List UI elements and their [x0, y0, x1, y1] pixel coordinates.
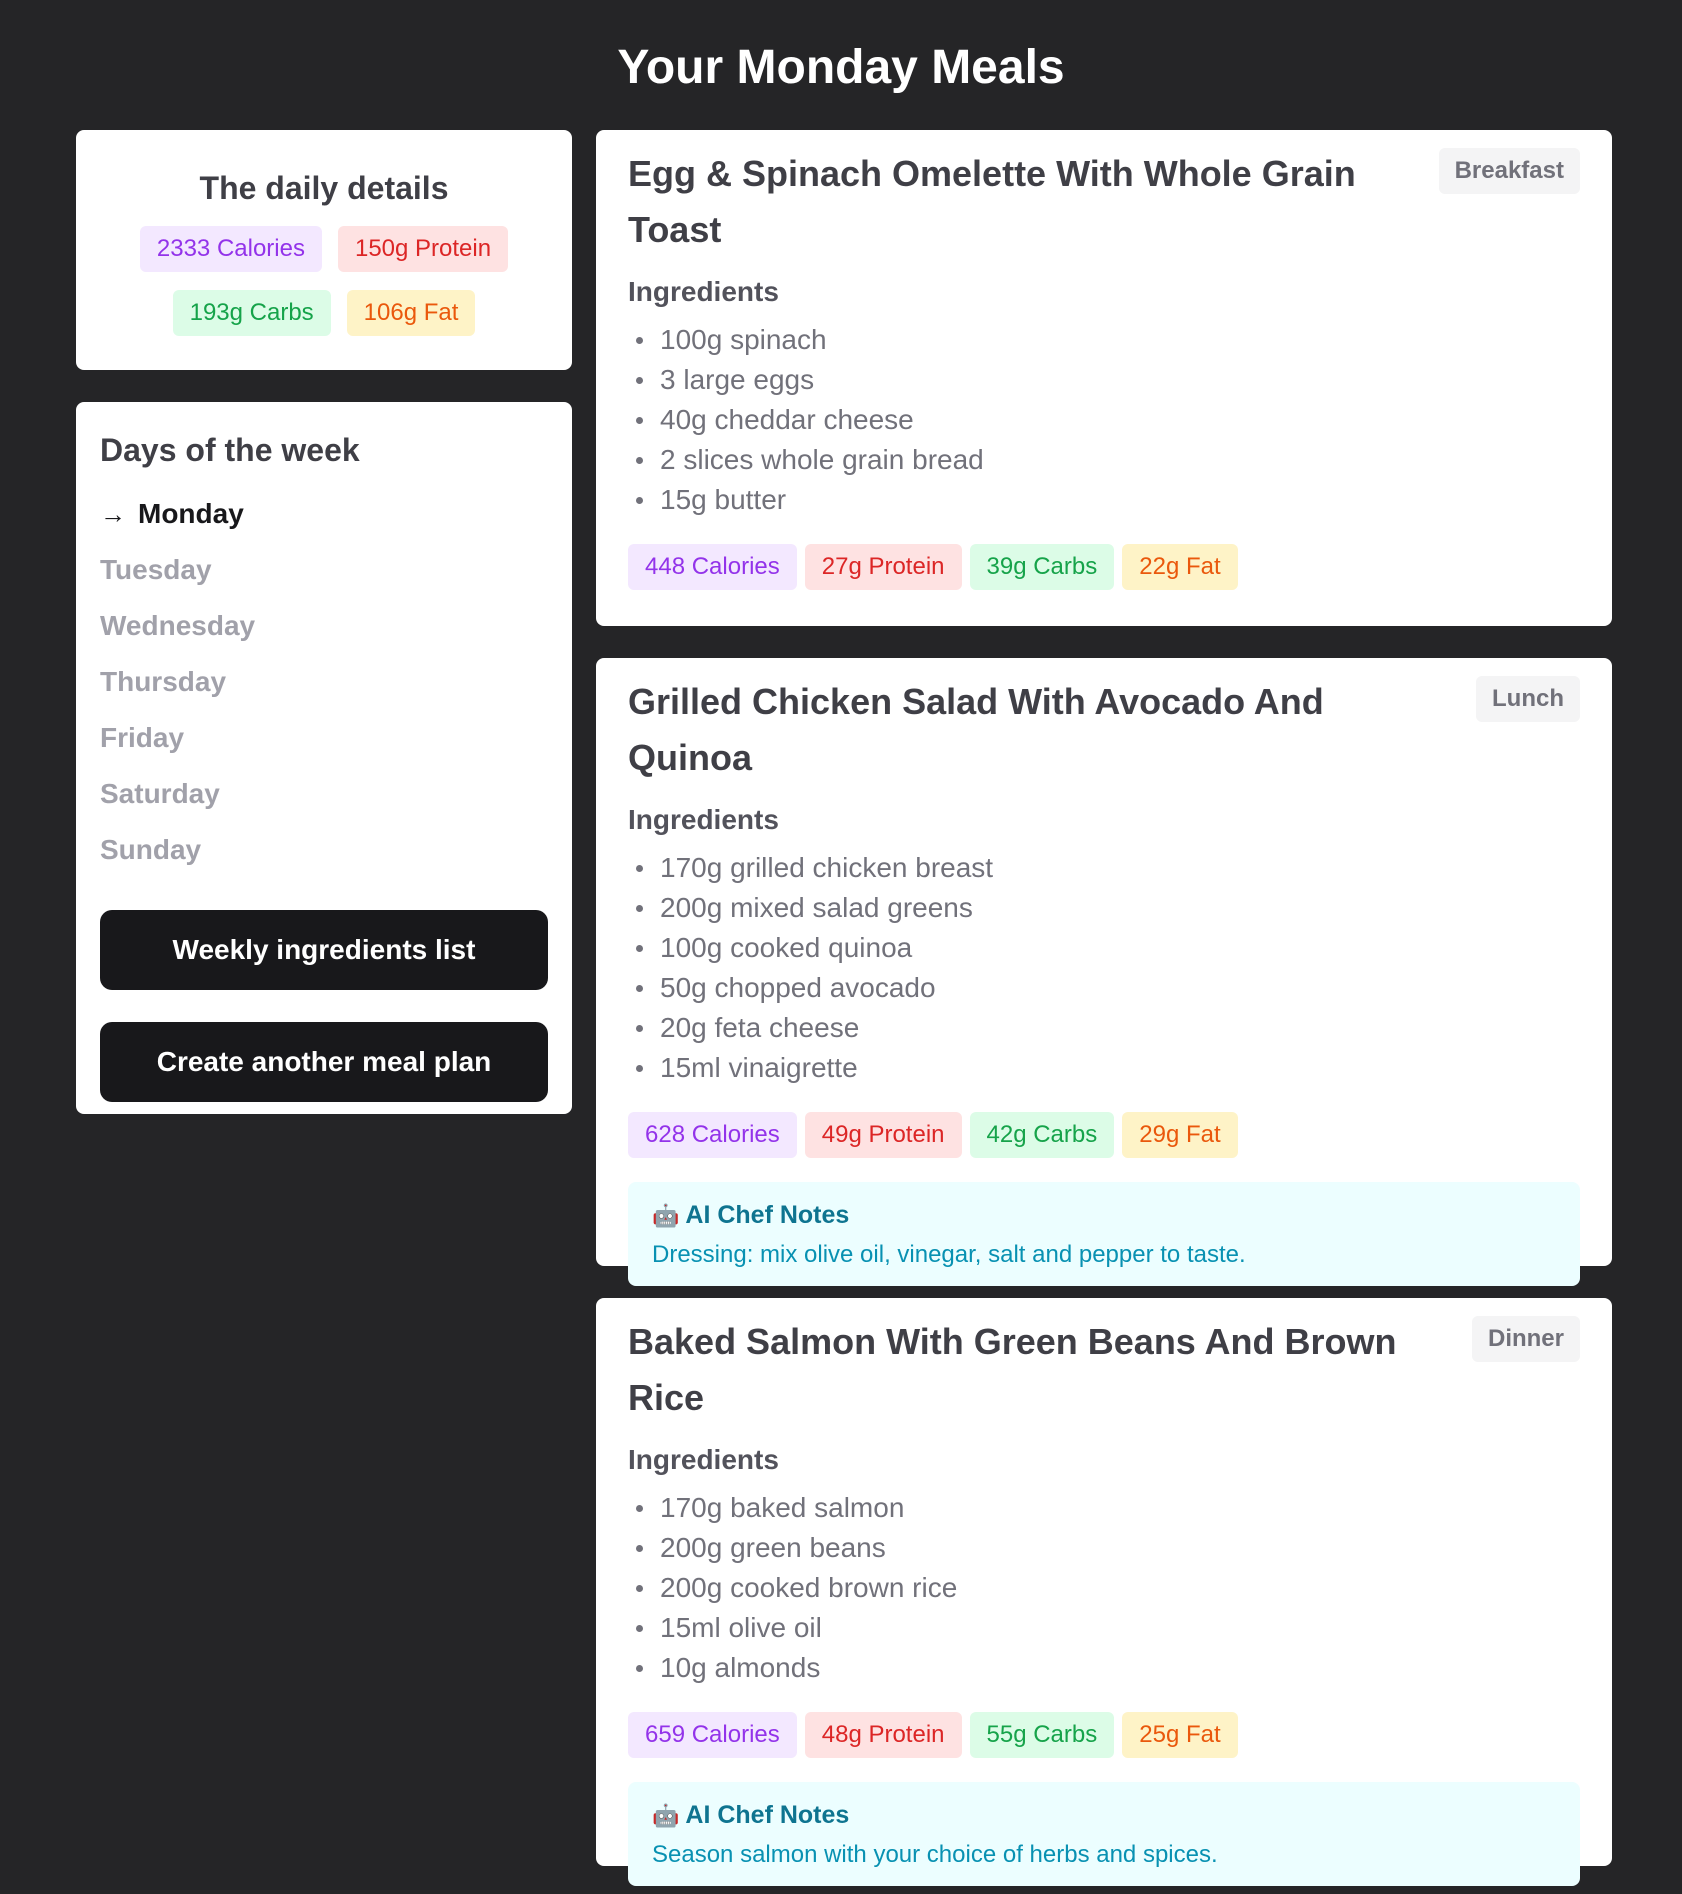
ingredients-heading: Ingredients — [628, 804, 779, 835]
ingredient-item: 15g butter — [628, 480, 1580, 520]
daily-calories-badge: 2333 Calories — [139, 226, 322, 272]
ai-chef-notes: 🤖 AI Chef Notes Season salmon with your c… — [628, 1782, 1580, 1886]
fat-badge: 22g Fat — [1122, 544, 1238, 590]
daily-details-title: The daily details — [199, 170, 449, 206]
carbs-badge: 42g Carbs — [969, 1112, 1115, 1158]
notes-heading-label: AI Chef Notes — [685, 1801, 850, 1829]
calories-badge: 659 Calories — [628, 1712, 797, 1758]
ingredient-item: 20g feta cheese — [628, 1008, 1580, 1048]
notes-text: Season salmon with your choice of herbs … — [652, 1841, 1218, 1868]
robot-chef-icon: 🤖 — [652, 1203, 680, 1228]
day-list: → Monday Tuesday Wednesday Thursday Frid… — [100, 486, 548, 878]
meal-card-breakfast: Egg & Spinach Omelette With Whole Grain … — [596, 130, 1612, 626]
meal-macros-row: 628 Calories 49g Protein 42g Carbs 29g F… — [628, 1112, 1580, 1158]
day-label: Monday — [138, 498, 244, 529]
daily-details-card: The daily details 2333 Calories 150g Pro… — [76, 130, 572, 370]
daily-macros-row-1: 2333 Calories 150g Protein — [76, 226, 572, 272]
carbs-badge: 55g Carbs — [969, 1712, 1115, 1758]
notes-heading-label: AI Chef Notes — [685, 1201, 850, 1229]
ingredient-item: 3 large eggs — [628, 360, 1580, 400]
ingredients-list: 170g baked salmon 200g green beans 200g … — [628, 1488, 1580, 1688]
calories-badge: 628 Calories — [628, 1112, 797, 1158]
meal-title: Egg & Spinach Omelette With Whole Grain … — [628, 153, 1356, 250]
ingredient-item: 15ml olive oil — [628, 1608, 1580, 1648]
day-item-wednesday[interactable]: Wednesday — [100, 598, 548, 654]
protein-badge: 49g Protein — [804, 1112, 962, 1158]
days-card: Days of the week → Monday Tuesday Wednes… — [76, 402, 572, 1114]
ingredient-item: 100g cooked quinoa — [628, 928, 1580, 968]
ingredient-item: 2 slices whole grain bread — [628, 440, 1580, 480]
ingredients-list: 170g grilled chicken breast 200g mixed s… — [628, 848, 1580, 1088]
fat-badge: 25g Fat — [1122, 1712, 1238, 1758]
daily-carbs-badge: 193g Carbs — [172, 290, 331, 336]
meal-header: Egg & Spinach Omelette With Whole Grain … — [628, 130, 1580, 258]
meal-type-badge: Breakfast — [1438, 148, 1580, 194]
days-title: Days of the week — [100, 432, 360, 468]
meal-type-badge: Lunch — [1476, 676, 1580, 722]
meal-header: Baked Salmon With Green Beans And Brown … — [628, 1298, 1580, 1426]
fat-badge: 29g Fat — [1122, 1112, 1238, 1158]
notes-heading: 🤖 AI Chef Notes — [652, 1798, 1556, 1833]
meal-title: Baked Salmon With Green Beans And Brown … — [628, 1321, 1397, 1418]
carbs-badge: 39g Carbs — [969, 544, 1115, 590]
meal-card-lunch: Grilled Chicken Salad With Avocado And Q… — [596, 658, 1612, 1286]
ingredient-item: 200g green beans — [628, 1528, 1580, 1568]
day-item-monday[interactable]: → Monday — [100, 486, 548, 542]
ingredient-item: 170g grilled chicken breast — [628, 848, 1580, 888]
day-label: Thursday — [100, 666, 227, 697]
day-label: Saturday — [100, 778, 220, 809]
meal-type-badge: Dinner — [1471, 1316, 1580, 1362]
robot-chef-icon: 🤖 — [652, 1803, 680, 1828]
protein-badge: 27g Protein — [804, 544, 962, 590]
ingredient-item: 200g cooked brown rice — [628, 1568, 1580, 1608]
ingredient-item: 40g cheddar cheese — [628, 400, 1580, 440]
page-title: Your Monday Meals — [617, 41, 1065, 94]
ingredient-item: 50g chopped avocado — [628, 968, 1580, 1008]
daily-protein-badge: 150g Protein — [337, 226, 509, 272]
ingredient-item: 200g mixed salad greens — [628, 888, 1580, 928]
notes-text: Dressing: mix olive oil, vinegar, salt a… — [652, 1241, 1246, 1268]
day-label: Sunday — [100, 834, 202, 865]
day-item-friday[interactable]: Friday — [100, 710, 548, 766]
calories-badge: 448 Calories — [628, 544, 797, 590]
ingredients-list: 100g spinach 3 large eggs 40g cheddar ch… — [628, 320, 1580, 520]
ingredient-item: 10g almonds — [628, 1648, 1580, 1688]
ingredients-heading: Ingredients — [628, 1444, 779, 1475]
daily-macros-row-2: 193g Carbs 106g Fat — [76, 290, 572, 336]
weekly-ingredients-button[interactable]: Weekly ingredients list — [100, 910, 548, 990]
create-meal-plan-button[interactable]: Create another meal plan — [100, 1022, 548, 1102]
ingredient-item: 170g baked salmon — [628, 1488, 1580, 1528]
day-item-sunday[interactable]: Sunday — [100, 822, 548, 878]
meal-card-dinner: Baked Salmon With Green Beans And Brown … — [596, 1298, 1612, 1886]
meal-macros-row: 659 Calories 48g Protein 55g Carbs 25g F… — [628, 1712, 1580, 1758]
ingredients-heading: Ingredients — [628, 276, 779, 307]
day-item-tuesday[interactable]: Tuesday — [100, 542, 548, 598]
ingredient-item: 15ml vinaigrette — [628, 1048, 1580, 1088]
meal-title: Grilled Chicken Salad With Avocado And Q… — [628, 681, 1324, 778]
ingredient-item: 100g spinach — [628, 320, 1580, 360]
notes-heading: 🤖 AI Chef Notes — [652, 1198, 1556, 1233]
daily-fat-badge: 106g Fat — [346, 290, 476, 336]
day-label: Friday — [100, 722, 185, 753]
meal-header: Grilled Chicken Salad With Avocado And Q… — [628, 658, 1580, 786]
ai-chef-notes: 🤖 AI Chef Notes Dressing: mix olive oil, … — [628, 1182, 1580, 1286]
day-label: Tuesday — [100, 554, 212, 585]
meal-macros-row: 448 Calories 27g Protein 39g Carbs 22g F… — [628, 544, 1580, 590]
day-item-saturday[interactable]: Saturday — [100, 766, 548, 822]
arrow-right-icon: → — [100, 499, 126, 529]
day-label: Wednesday — [100, 610, 256, 641]
protein-badge: 48g Protein — [804, 1712, 962, 1758]
day-item-thursday[interactable]: Thursday — [100, 654, 548, 710]
